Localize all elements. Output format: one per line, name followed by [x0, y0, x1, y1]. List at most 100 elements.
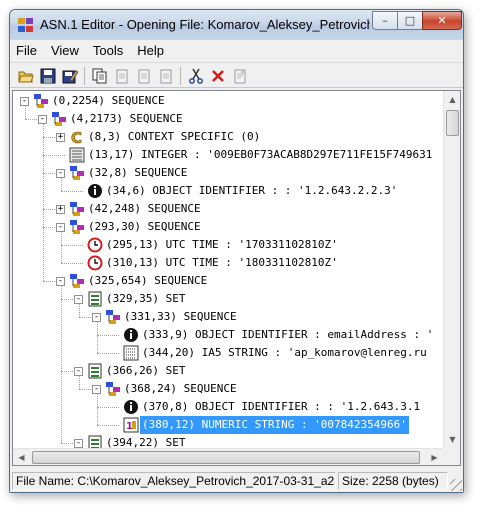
tree-node[interactable]: - (4,2173) SEQUENCE — [13, 110, 443, 128]
collapse-node-icon[interactable]: - — [92, 313, 101, 322]
status-file-name: File Name: C:\Komarov_Aleksey_Petrovich_… — [12, 472, 336, 490]
tree-node-label: (32,8) SEQUENCE — [88, 166, 188, 179]
tree-node[interactable]: (13,17) INTEGER : '009EB0F73ACAB8D297E71… — [13, 146, 443, 164]
asn1-editor-window: ASN.1 Editor - Opening File: Komarov_Ale… — [9, 9, 464, 493]
svg-text:C: C — [71, 129, 82, 145]
tree-node[interactable]: + C (8,3) CONTEXT SPECIFIC (0) — [13, 128, 443, 148]
save-icon — [40, 68, 56, 84]
tree-node-label: (368,24) SEQUENCE — [124, 382, 237, 395]
collapse-node-icon[interactable]: - — [74, 367, 83, 376]
tree-node[interactable]: + (42,248) SEQUENCE — [13, 200, 443, 218]
status-size: Size: 2258 (bytes) — [338, 472, 448, 490]
tree-content: - (0,2254) SEQUENCE - (4,2173) SEQUENCE + C (8… — [13, 91, 443, 448]
oid-icon — [87, 183, 103, 199]
tree-node-label: (4,2173) SEQUENCE — [70, 112, 183, 125]
paste-button[interactable] — [112, 66, 132, 86]
asn1-tree-view[interactable]: - (0,2254) SEQUENCE - (4,2173) SEQUENCE + C (8… — [12, 90, 461, 466]
delete-button[interactable] — [208, 66, 228, 86]
collapse-node-icon[interactable]: - — [92, 385, 101, 394]
tree-node[interactable]: 1 (380,12) NUMERIC STRING : '007842354966… — [13, 415, 443, 435]
collapse-node-icon[interactable]: - — [56, 169, 65, 178]
sequence-icon — [33, 93, 49, 109]
scrollbar-corner — [443, 448, 460, 465]
tree-node[interactable]: - (366,26) SET — [13, 362, 443, 380]
collapse-node-icon[interactable]: - — [38, 115, 47, 124]
toolbar-separator — [180, 67, 181, 85]
utc-time-icon — [87, 255, 103, 271]
expand-node-icon[interactable]: + — [56, 133, 65, 142]
properties-button[interactable] — [230, 66, 250, 86]
collapse-node-icon[interactable]: - — [56, 223, 65, 232]
tree-node[interactable]: - (293,30) SEQUENCE — [13, 218, 443, 236]
set-icon — [87, 363, 103, 379]
properties-icon — [234, 69, 246, 84]
tree-node-label: (0,2254) SEQUENCE — [52, 94, 165, 107]
collapse-node-icon[interactable]: - — [74, 439, 83, 448]
tree-node-label: (34,6) OBJECT IDENTIFIER : : '1.2.643.2.… — [106, 184, 398, 197]
collapse-node-icon[interactable]: - — [74, 295, 83, 304]
set-icon — [87, 435, 103, 448]
paste-icon — [116, 69, 128, 84]
tree-node[interactable]: - (0,2254) SEQUENCE — [13, 92, 443, 110]
horizontal-scroll-thumb[interactable] — [32, 451, 420, 464]
tree-node-label: (333,9) OBJECT IDENTIFIER : emailAddress… — [142, 328, 434, 341]
sequence-icon — [105, 309, 121, 325]
copy-button[interactable] — [90, 66, 110, 86]
tree-node-label: (310,13) UTC TIME : '180331102810Z' — [106, 256, 338, 269]
save-as-button[interactable] — [60, 66, 80, 86]
tree-node[interactable]: - (368,24) SEQUENCE — [13, 380, 443, 398]
resize-grip-icon[interactable] — [450, 479, 462, 491]
menu-view[interactable]: View — [44, 43, 86, 58]
scroll-down-arrow-icon[interactable]: ▼ — [444, 431, 460, 448]
tree-node[interactable]: (310,13) UTC TIME : '180331102810Z' — [13, 254, 443, 272]
horizontal-scrollbar[interactable]: ◀ ▶ — [13, 448, 443, 465]
save-button[interactable] — [38, 66, 58, 86]
tree-node[interactable]: - (394,22) SET — [13, 434, 443, 448]
paste-as-child-button[interactable] — [134, 66, 154, 86]
oid-icon — [123, 399, 139, 415]
tree-node[interactable]: (370,8) OBJECT IDENTIFIER : : '1.2.643.3… — [13, 398, 443, 416]
vertical-scrollbar[interactable]: ▲ ▼ — [443, 91, 460, 448]
title-bar[interactable]: ASN.1 Editor - Opening File: Komarov_Ale… — [10, 10, 463, 40]
svg-text:1: 1 — [126, 421, 133, 432]
tree-node[interactable]: (295,13) UTC TIME : '170331102810Z' — [13, 236, 443, 254]
oid-icon — [123, 327, 139, 343]
tree-node-label: (8,3) CONTEXT SPECIFIC (0) — [88, 130, 261, 143]
minimize-button[interactable]: – — [372, 11, 398, 30]
tree-node-label: (293,30) SEQUENCE — [88, 220, 201, 233]
integer-icon — [69, 147, 85, 163]
status-bar: File Name: C:\Komarov_Aleksey_Petrovich_… — [10, 470, 463, 492]
toolbar-separator — [84, 67, 85, 85]
tree-node[interactable]: - (329,35) SET — [13, 290, 443, 308]
scroll-left-arrow-icon[interactable]: ◀ — [13, 449, 30, 465]
expand-node-icon[interactable]: + — [56, 205, 65, 214]
vertical-scroll-thumb[interactable] — [446, 110, 459, 136]
window-title: ASN.1 Editor - Opening File: Komarov_Ale… — [40, 17, 370, 32]
utc-time-icon — [87, 237, 103, 253]
tree-node[interactable]: (333,9) OBJECT IDENTIFIER : emailAddress… — [13, 326, 443, 344]
open-button[interactable] — [16, 66, 36, 86]
scroll-right-arrow-icon[interactable]: ▶ — [426, 449, 443, 465]
menu-tools[interactable]: Tools — [86, 43, 130, 58]
collapse-node-icon[interactable]: - — [56, 277, 65, 286]
tree-node[interactable]: - (32,8) SEQUENCE — [13, 164, 443, 182]
context-specific-icon: C — [69, 129, 85, 148]
tree-node[interactable]: - (331,33) SEQUENCE — [13, 308, 443, 326]
tree-node[interactable]: - (325,654) SEQUENCE — [13, 272, 443, 290]
app-icon — [18, 18, 34, 32]
paste-before-button[interactable] — [156, 66, 176, 86]
cut-button[interactable] — [186, 66, 206, 86]
scroll-up-arrow-icon[interactable]: ▲ — [444, 91, 460, 108]
menu-file[interactable]: File — [10, 43, 44, 58]
maximize-button[interactable]: □ — [397, 11, 423, 30]
tree-node[interactable]: (34,6) OBJECT IDENTIFIER : : '1.2.643.2.… — [13, 182, 443, 200]
tree-node-label: (325,654) SEQUENCE — [88, 274, 208, 287]
tree-node-label: (331,33) SEQUENCE — [124, 310, 237, 323]
menu-help[interactable]: Help — [130, 43, 171, 58]
delete-icon — [212, 70, 224, 82]
minimize-icon: – — [382, 14, 388, 27]
close-button[interactable]: ✕ — [422, 11, 462, 30]
tree-node-label: (329,35) SET — [106, 292, 186, 305]
tree-node[interactable]: (344,20) IA5 STRING : 'ap_komarov@lenreg… — [13, 344, 443, 362]
collapse-node-icon[interactable]: - — [20, 97, 29, 106]
